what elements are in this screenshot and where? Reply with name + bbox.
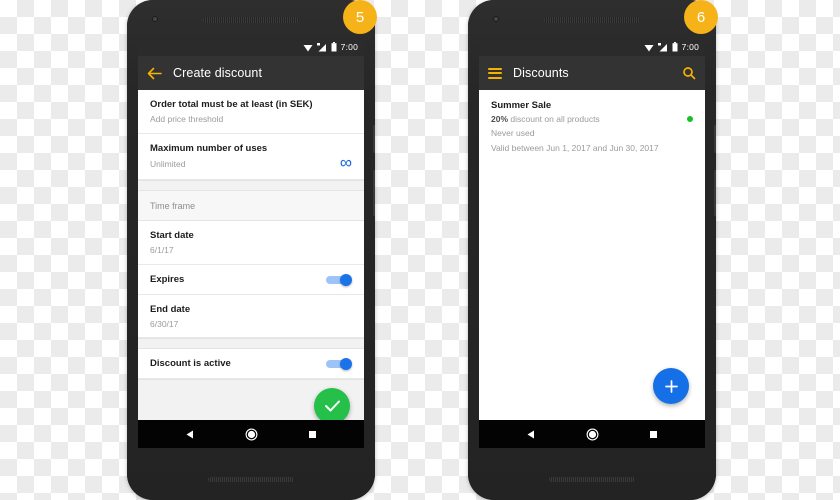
power-button[interactable]	[714, 125, 716, 153]
row-expires[interactable]: Expires	[138, 264, 364, 295]
hamburger-menu-icon[interactable]	[488, 67, 502, 79]
row-label: Start date	[150, 230, 194, 242]
bottom-speaker-grille	[549, 477, 635, 482]
app-toolbar: Create discount	[138, 56, 364, 90]
android-navigation-bar	[138, 420, 364, 448]
volume-button[interactable]	[373, 170, 375, 216]
phone-one-screen: 7:00 Create discount Order total must be…	[138, 38, 364, 448]
signal-icon	[316, 42, 326, 51]
wifi-icon	[303, 44, 313, 51]
form-footer	[138, 379, 364, 420]
bottom-speaker-grille	[208, 477, 294, 482]
toggle-knob	[340, 358, 352, 371]
check-icon	[324, 400, 340, 412]
row-start-date[interactable]: Start date 6/1/17	[138, 221, 364, 265]
list-item-summer-sale[interactable]: Summer Sale 20% discount on all products…	[479, 90, 705, 165]
recents-square-icon	[649, 430, 657, 438]
status-bar: 7:00	[138, 38, 364, 56]
nav-recents-button[interactable]	[307, 429, 318, 440]
row-value-area: Unlimited ∞	[150, 154, 352, 171]
android-navigation-bar	[479, 420, 705, 448]
expires-toggle[interactable]	[326, 273, 352, 286]
back-triangle-icon	[527, 430, 534, 438]
discount-validity: Valid between Jun 1, 2017 and Jun 30, 20…	[491, 142, 659, 153]
earpiece-speaker-grille	[203, 17, 299, 23]
plus-icon	[664, 379, 678, 393]
hamburger-bars	[488, 67, 502, 79]
discount-active-toggle[interactable]	[326, 358, 352, 371]
form-content: Order total must be at least (in SEK) Ad…	[138, 90, 364, 420]
battery-icon	[331, 42, 337, 52]
discount-percent: 20%	[491, 114, 509, 124]
nav-home-button[interactable]	[245, 428, 258, 441]
power-button[interactable]	[373, 125, 375, 153]
section-header-time-frame: Time frame	[138, 191, 364, 222]
signal-icon	[657, 42, 667, 51]
phone-body: 7:00 Create discount Order total must be…	[127, 0, 375, 500]
discounts-list: Summer Sale 20% discount on all products…	[479, 90, 705, 420]
discount-description: 20% discount on all products	[491, 114, 693, 125]
nav-back-button[interactable]	[185, 429, 196, 440]
status-badge	[687, 116, 693, 122]
front-camera-icon	[152, 16, 158, 22]
nav-recents-button[interactable]	[648, 429, 659, 440]
row-order-total-threshold[interactable]: Order total must be at least (in SEK) Ad…	[138, 90, 364, 134]
section-divider	[138, 338, 364, 350]
phone-body: 7:00 Discounts Summer Sale 20% discount …	[468, 0, 716, 500]
row-value: Unlimited	[150, 159, 186, 170]
back-arrow-icon[interactable]	[147, 67, 162, 80]
step-badge-6: 6	[684, 0, 718, 34]
row-discount-is-active[interactable]: Discount is active	[138, 349, 364, 380]
search-icon[interactable]	[682, 66, 696, 80]
battery-icon	[672, 42, 678, 52]
infinity-icon[interactable]: ∞	[340, 154, 352, 171]
earpiece-speaker-grille	[544, 17, 640, 23]
home-circle-icon	[586, 428, 598, 440]
recents-square-icon	[308, 430, 316, 438]
phone-device-discounts-list: 7:00 Discounts Summer Sale 20% discount …	[468, 0, 716, 500]
section-divider	[138, 180, 364, 192]
toggle-knob	[340, 273, 352, 286]
row-maximum-number-of-uses[interactable]: Maximum number of uses Unlimited ∞	[138, 133, 364, 181]
nav-home-button[interactable]	[586, 428, 599, 441]
row-label: End date	[150, 303, 191, 315]
phone-two-screen: 7:00 Discounts Summer Sale 20% discount …	[479, 38, 705, 448]
status-bar-clock: 7:00	[681, 42, 699, 52]
discount-title: Summer Sale	[491, 100, 552, 111]
row-label: Order total must be at least (in SEK)	[150, 99, 313, 110]
nav-back-button[interactable]	[526, 429, 537, 440]
row-label: Discount is active	[150, 358, 231, 370]
front-camera-icon	[493, 16, 499, 22]
row-hint: Add price threshold	[150, 113, 224, 124]
phone-device-create-discount: 7:00 Create discount Order total must be…	[127, 0, 375, 500]
home-circle-icon	[245, 428, 257, 440]
wifi-icon	[644, 44, 654, 51]
back-triangle-icon	[186, 430, 193, 438]
confirm-fab[interactable]	[314, 388, 350, 420]
row-label: Maximum number of uses	[150, 142, 268, 154]
step-badge-5: 5	[343, 0, 377, 34]
row-label: Expires	[150, 273, 185, 285]
add-discount-fab[interactable]	[653, 368, 689, 404]
status-bar-clock: 7:00	[340, 42, 358, 52]
discount-description-text: discount on all products	[508, 114, 600, 124]
row-value: 6/30/17	[150, 318, 179, 329]
page-title: Discounts	[513, 66, 569, 80]
page-title: Create discount	[173, 66, 263, 80]
row-value: 6/1/17	[150, 245, 174, 256]
volume-button[interactable]	[714, 170, 716, 216]
discount-usage: Never used	[491, 128, 535, 139]
screenshot-stage: 7:00 Create discount Order total must be…	[0, 0, 840, 500]
row-end-date[interactable]: End date 6/30/17	[138, 294, 364, 339]
app-toolbar: Discounts	[479, 56, 705, 90]
status-bar: 7:00	[479, 38, 705, 56]
